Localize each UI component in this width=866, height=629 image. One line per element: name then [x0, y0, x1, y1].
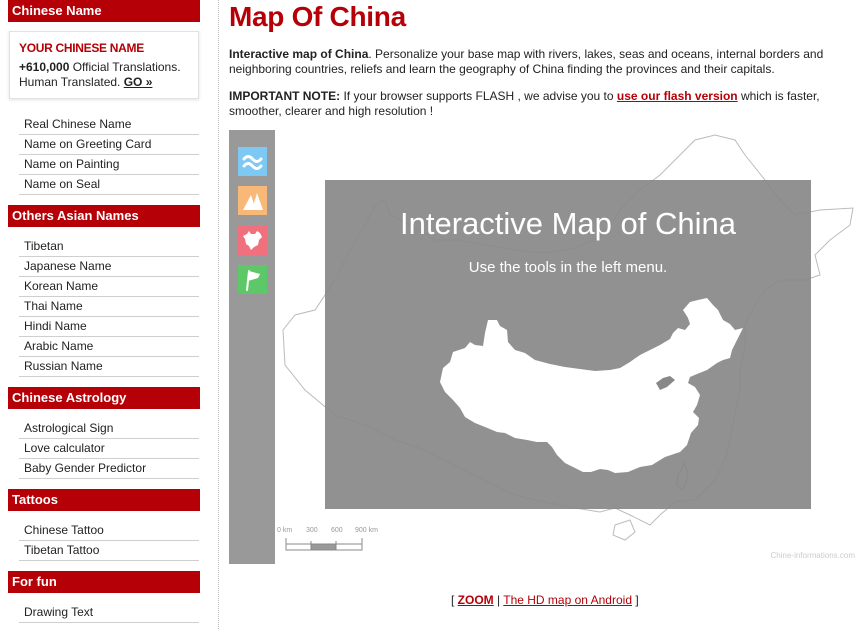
bracket-open: [ [451, 593, 458, 607]
note-label: IMPORTANT NOTE: [229, 89, 341, 103]
chinese-name-menu: Real Chinese Name Name on Greeting Card … [19, 115, 199, 195]
overlay-subtitle: Use the tools in the left menu. [468, 259, 668, 276]
menu-item-japanese[interactable]: Japanese Name [19, 257, 199, 277]
page-title: Map Of China [229, 1, 406, 32]
menu-item-korean[interactable]: Korean Name [19, 277, 199, 297]
capitals-tool-button[interactable] [238, 265, 267, 294]
section-header-astrology: Chinese Astrology [8, 387, 200, 409]
scale-label-600: 600 [331, 527, 343, 534]
column-divider [218, 0, 219, 629]
menu-item-tibetan[interactable]: Tibetan [19, 237, 199, 257]
menu-item-hindi[interactable]: Hindi Name [19, 317, 199, 337]
map-scale-bar: 0 km 300 600 900 km [277, 527, 387, 557]
link-separator: | [493, 593, 504, 607]
sidebar: Chinese Name YOUR CHINESE NAME +610,000 … [8, 0, 200, 623]
menu-item-thai[interactable]: Thai Name [19, 297, 199, 317]
scale-label-900: 900 km [355, 527, 378, 534]
astrology-menu: Astrological Sign Love calculator Baby G… [19, 419, 199, 479]
zoom-link[interactable]: ZOOM [458, 593, 494, 607]
menu-item-arabic[interactable]: Arabic Name [19, 337, 199, 357]
promo-go-link[interactable]: GO » [124, 75, 153, 89]
island-hainan [612, 519, 636, 541]
section-header-tattoos: Tattoos [8, 489, 200, 511]
scale-label-0: 0 km [277, 527, 293, 534]
chinese-name-promo[interactable]: YOUR CHINESE NAME +610,000 Official Tran… [9, 31, 199, 99]
mountains-icon [238, 186, 267, 215]
scale-bar-graphic [285, 538, 363, 551]
menu-item-chinese-tattoo[interactable]: Chinese Tattoo [19, 521, 199, 541]
interactive-map[interactable]: Interactive Map of China Use the tools i… [229, 130, 859, 566]
waves-icon [238, 147, 267, 176]
map-links: [ ZOOM | The HD map on Android ] [451, 593, 639, 607]
intro-paragraph: Interactive map of China. Personalize yo… [229, 47, 854, 77]
important-note: IMPORTANT NOTE: If your browser supports… [229, 89, 854, 119]
reliefs-tool-button[interactable] [238, 186, 267, 215]
flash-version-link[interactable]: use our flash version [617, 89, 738, 103]
map-credit: Chine-informations.com [770, 551, 855, 560]
asian-names-menu: Tibetan Japanese Name Korean Name Thai N… [19, 237, 199, 377]
map-toolbar [229, 130, 275, 564]
overlay-title: Interactive Map of China [399, 206, 736, 241]
scale-label-300: 300 [306, 527, 318, 534]
intro-bold: Interactive map of China [229, 47, 369, 61]
promo-text-1: Official Translations. [69, 60, 181, 74]
menu-item-tibetan-tattoo[interactable]: Tibetan Tattoo [19, 541, 199, 561]
bracket-close: ] [632, 593, 639, 607]
menu-item-russian[interactable]: Russian Name [19, 357, 199, 377]
promo-title: YOUR CHINESE NAME [19, 41, 144, 55]
map-intro-overlay: Interactive Map of China Use the tools i… [325, 180, 811, 509]
note-text-1: If your browser supports FLASH , we advi… [340, 89, 617, 103]
country-shape-icon [238, 226, 267, 255]
borders-tool-button[interactable] [238, 226, 267, 255]
rivers-tool-button[interactable] [238, 147, 267, 176]
fun-menu: Drawing Text [19, 603, 199, 623]
menu-item-seal[interactable]: Name on Seal [19, 175, 199, 195]
section-header-for-fun: For fun [8, 571, 200, 593]
promo-count: +610,000 [19, 60, 70, 74]
menu-item-baby-gender[interactable]: Baby Gender Predictor [19, 459, 199, 479]
tattoos-menu: Chinese Tattoo Tibetan Tattoo [19, 521, 199, 561]
menu-item-love-calculator[interactable]: Love calculator [19, 439, 199, 459]
section-header-asian-names: Others Asian Names [8, 205, 200, 227]
promo-text: +610,000 Official Translations. Human Tra… [19, 60, 189, 90]
promo-text-2: Human Translated. [19, 75, 124, 89]
android-hd-map-link[interactable]: The HD map on Android [503, 593, 632, 607]
menu-item-drawing-text[interactable]: Drawing Text [19, 603, 199, 623]
section-header-chinese-name: Chinese Name [8, 0, 200, 22]
menu-item-real-chinese-name[interactable]: Real Chinese Name [19, 115, 199, 135]
menu-item-painting[interactable]: Name on Painting [19, 155, 199, 175]
menu-item-greeting-card[interactable]: Name on Greeting Card [19, 135, 199, 155]
flag-icon [238, 265, 267, 294]
menu-item-astrological-sign[interactable]: Astrological Sign [19, 419, 199, 439]
